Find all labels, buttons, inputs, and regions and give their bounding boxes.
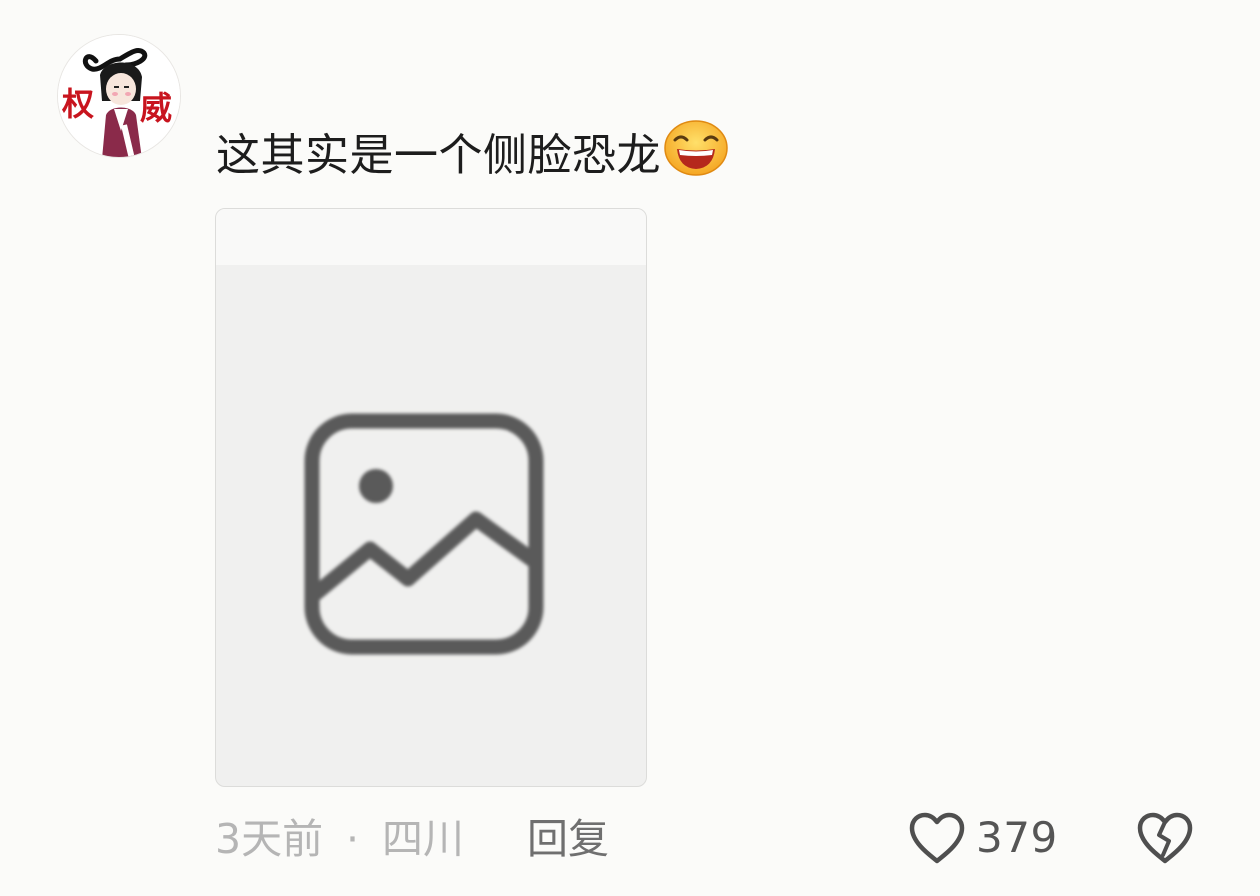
heart-outline-icon[interactable] [908, 811, 966, 869]
grinning-face-emoji-icon [663, 118, 729, 194]
avatar-image: 权 威 [58, 35, 180, 157]
like-count: 379 [976, 813, 1058, 862]
comment-body: 这其实是一个侧脸恐龙 [216, 130, 661, 181]
reply-button[interactable]: 回复 [527, 812, 609, 866]
comment-text: 这其实是一个侧脸恐龙 [216, 118, 729, 194]
comment-image-attachment[interactable] [215, 208, 647, 787]
avatar-label-right: 威 [140, 89, 172, 127]
avatar-label-left: 权 [61, 85, 94, 123]
comment-location: 四川 [382, 815, 464, 863]
meta-separator: · [346, 815, 360, 863]
comment-time: 3天前 [215, 815, 324, 863]
avatar[interactable]: 权 威 [57, 34, 181, 158]
image-placeholder-icon [304, 413, 544, 655]
attachment-top-strip [216, 209, 646, 265]
broken-heart-icon[interactable] [1136, 811, 1194, 869]
